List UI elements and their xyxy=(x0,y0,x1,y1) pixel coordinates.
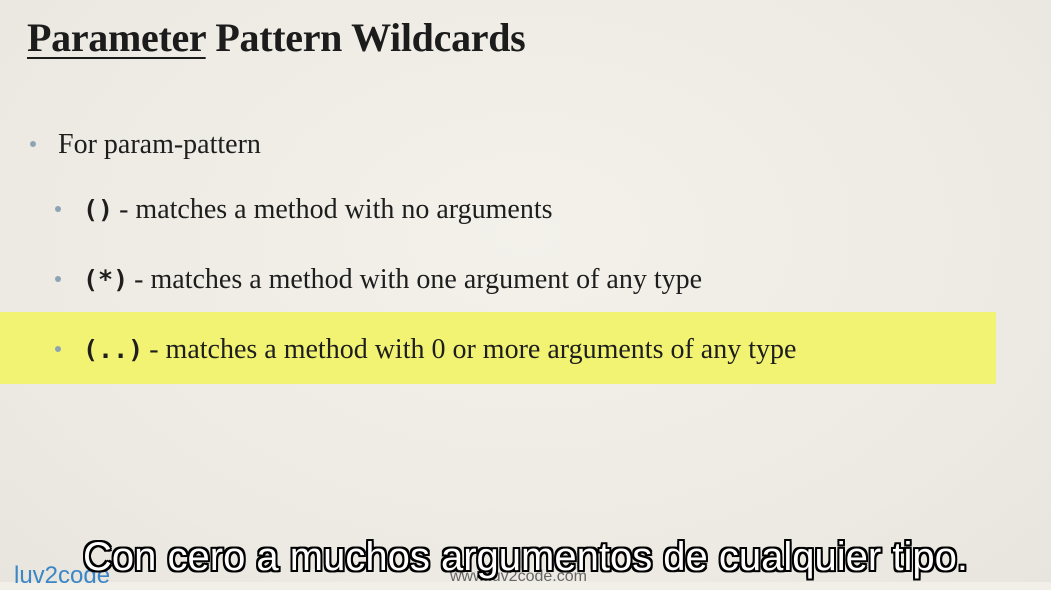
bullet-dot-icon xyxy=(55,275,61,282)
slide: Parameter Pattern Wildcards For param-pa… xyxy=(0,0,1051,589)
bullet-code: () xyxy=(83,195,114,224)
bullet-dot-icon xyxy=(55,205,61,212)
bullet-text: - matches a method with no arguments xyxy=(119,194,553,225)
bullet-sub-3: (..) - matches a method with 0 or more ar… xyxy=(55,332,796,368)
bullet-text: - matches a method with 0 or more argume… xyxy=(149,334,797,365)
title-underlined-word: Parameter xyxy=(27,15,206,60)
bullet-text: For param-pattern xyxy=(58,129,261,160)
slide-title: Parameter Pattern Wildcards xyxy=(27,14,526,61)
video-caption: Con cero a muchos argumentos de cualquie… xyxy=(83,535,968,579)
bullet-sub-1: () - matches a method with no arguments xyxy=(55,192,553,228)
bullet-dot-icon xyxy=(30,140,36,147)
bullet-text: - matches a method with one argument of … xyxy=(134,264,703,295)
bullet-code: (*) xyxy=(83,265,129,294)
bullet-sub-2: (*) - matches a method with one argument … xyxy=(55,262,702,298)
bullet-dot-icon xyxy=(55,345,61,352)
bullet-code: (..) xyxy=(83,335,144,364)
bullet-top-level: For param-pattern xyxy=(30,127,261,163)
title-rest: Pattern Wildcards xyxy=(205,15,526,60)
